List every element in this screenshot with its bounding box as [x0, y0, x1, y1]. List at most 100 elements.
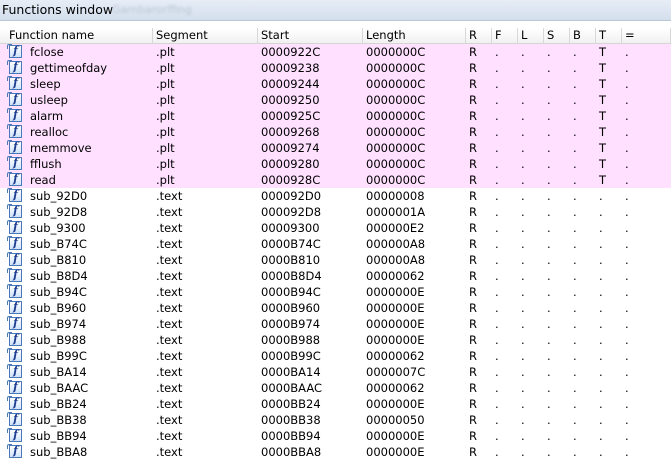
- cell-t: T: [599, 173, 607, 187]
- function-icon-glyph: f: [13, 316, 18, 329]
- function-row[interactable]: f read .plt 0000928C 0000000C R.... T.: [0, 172, 671, 188]
- cell-start: 0000BBA8: [261, 445, 322, 459]
- function-icon-glyph: f: [13, 108, 18, 121]
- function-icon-glyph: f: [13, 300, 18, 313]
- cell-segment: .text: [156, 221, 183, 235]
- cell-eq: .: [625, 189, 629, 203]
- cell-r: R: [469, 77, 477, 91]
- function-icon-glyph: f: [13, 172, 18, 185]
- cell-b: .: [573, 285, 577, 299]
- cell-segment: .text: [156, 301, 183, 315]
- function-row[interactable]: f sub_B8D4 .text 0000B8D4 00000062 R......: [0, 268, 671, 284]
- cell-b: .: [573, 125, 577, 139]
- function-icon-glyph: f: [13, 124, 18, 137]
- column-header-b[interactable]: B: [570, 28, 596, 43]
- cell-start: 000092D0: [261, 189, 322, 203]
- function-row[interactable]: f sub_BB94 .text 0000BB94 0000000E R......: [0, 428, 671, 444]
- column-header-eq[interactable]: =: [622, 28, 671, 43]
- function-row[interactable]: f sub_B99C .text 0000B99C 00000062 R......: [0, 348, 671, 364]
- cell-f: .: [495, 157, 499, 171]
- function-row[interactable]: f alarm .plt 0000925C 0000000C R.... T.: [0, 108, 671, 124]
- column-header-segment[interactable]: Segment: [153, 28, 258, 43]
- function-row[interactable]: f sub_B810 .text 0000B810 000000A8 R......: [0, 252, 671, 268]
- function-row[interactable]: f sub_BAAC .text 0000BAAC 00000062 R......: [0, 380, 671, 396]
- cell-eq: .: [625, 413, 629, 427]
- cell-s: .: [547, 333, 551, 347]
- cell-segment: .text: [156, 253, 183, 267]
- background-window-title: Gambarorffing: [112, 3, 192, 16]
- cell-eq: .: [625, 349, 629, 363]
- column-header-s[interactable]: S: [544, 28, 570, 43]
- column-header-t[interactable]: T: [596, 28, 622, 43]
- function-row[interactable]: f sub_92D0 .text 000092D0 00000008 R......: [0, 188, 671, 204]
- cell-b: .: [573, 141, 577, 155]
- function-row[interactable]: f sub_B960 .text 0000B960 0000000E R......: [0, 300, 671, 316]
- cell-segment: .text: [156, 333, 183, 347]
- function-row[interactable]: f fclose .plt 0000922C 0000000C R.... T.: [0, 44, 671, 60]
- cell-s: .: [547, 141, 551, 155]
- cell-start: 00009300: [261, 221, 320, 235]
- functions-list[interactable]: f fclose .plt 0000922C 0000000C R.... T. f getti…: [0, 44, 671, 466]
- cell-length: 0000000C: [366, 77, 426, 91]
- column-header-start[interactable]: Start: [258, 28, 363, 43]
- function-row[interactable]: f sub_BB38 .text 0000BB38 00000050 R......: [0, 412, 671, 428]
- cell-eq: .: [625, 301, 629, 315]
- function-icon: f: [7, 76, 22, 90]
- cell-b: .: [573, 381, 577, 395]
- function-icon-glyph: f: [13, 44, 18, 57]
- cell-t: .: [599, 253, 603, 267]
- cell-name: sub_B94C: [30, 285, 87, 299]
- function-row[interactable]: f sub_BBA8 .text 0000BBA8 0000000E R......: [0, 444, 671, 460]
- column-header-length[interactable]: Length: [363, 28, 466, 43]
- cell-length: 0000000E: [366, 429, 425, 443]
- cell-b: .: [573, 61, 577, 75]
- cell-r: R: [469, 317, 477, 331]
- function-row[interactable]: f memmove .plt 00009274 0000000C R.... T.: [0, 140, 671, 156]
- cell-start: 00009268: [261, 125, 320, 139]
- function-row[interactable]: f gettimeofday .plt 00009238 0000000C R.... T.: [0, 60, 671, 76]
- function-row[interactable]: f sub_9300 .text 00009300 000000E2 R......: [0, 220, 671, 236]
- function-row[interactable]: f sub_B94C .text 0000B94C 0000000E R......: [0, 284, 671, 300]
- cell-segment: .text: [156, 365, 183, 379]
- column-header-name[interactable]: Function name: [6, 28, 153, 43]
- cell-segment: .plt: [156, 93, 175, 107]
- function-row[interactable]: f sub_B988 .text 0000B988 0000000E R......: [0, 332, 671, 348]
- cell-segment: .plt: [156, 157, 175, 171]
- function-row[interactable]: f realloc .plt 00009268 0000000C R.... T.: [0, 124, 671, 140]
- cell-start: 0000B988: [261, 333, 321, 347]
- function-row[interactable]: f sub_B974 .text 0000B974 0000000E R......: [0, 316, 671, 332]
- cell-s: .: [547, 285, 551, 299]
- cell-start: 0000B960: [261, 301, 321, 315]
- cell-b: .: [573, 45, 577, 59]
- function-row[interactable]: f sub_BA14 .text 0000BA14 0000007C R......: [0, 364, 671, 380]
- cell-s: .: [547, 381, 551, 395]
- cell-f: .: [495, 173, 499, 187]
- cell-name: sub_BBA8: [30, 445, 88, 459]
- cell-name: sub_BB24: [30, 397, 87, 411]
- cell-name: sub_92D0: [30, 189, 88, 203]
- column-header-r[interactable]: R: [466, 28, 492, 43]
- function-row[interactable]: f sub_B74C .text 0000B74C 000000A8 R......: [0, 236, 671, 252]
- cell-b: .: [573, 413, 577, 427]
- function-row[interactable]: f sub_BB24 .text 0000BB24 0000000E R......: [0, 396, 671, 412]
- column-header-f[interactable]: F: [492, 28, 518, 43]
- function-row[interactable]: f sleep .plt 00009244 0000000C R.... T.: [0, 76, 671, 92]
- cell-name: fflush: [30, 157, 62, 171]
- function-icon: f: [7, 364, 22, 378]
- function-row[interactable]: f usleep .plt 00009250 0000000C R.... T.: [0, 92, 671, 108]
- function-icon-glyph: f: [13, 92, 18, 105]
- cell-r: R: [469, 285, 477, 299]
- function-icon: f: [7, 284, 22, 298]
- function-row[interactable]: f fflush .plt 00009280 0000000C R.... T.: [0, 156, 671, 172]
- cell-s: .: [547, 125, 551, 139]
- function-icon: f: [7, 44, 22, 58]
- cell-name: sub_92D8: [30, 205, 88, 219]
- cell-f: .: [495, 333, 499, 347]
- column-header-row: Function name Segment Start Length R F L S B T =: [0, 28, 671, 44]
- cell-start: 00009244: [261, 77, 320, 91]
- column-header-l[interactable]: L: [518, 28, 544, 43]
- cell-f: .: [495, 237, 499, 251]
- function-row[interactable]: f sub_92D8 .text 000092D8 0000001A R......: [0, 204, 671, 220]
- cell-eq: .: [625, 269, 629, 283]
- cell-s: .: [547, 157, 551, 171]
